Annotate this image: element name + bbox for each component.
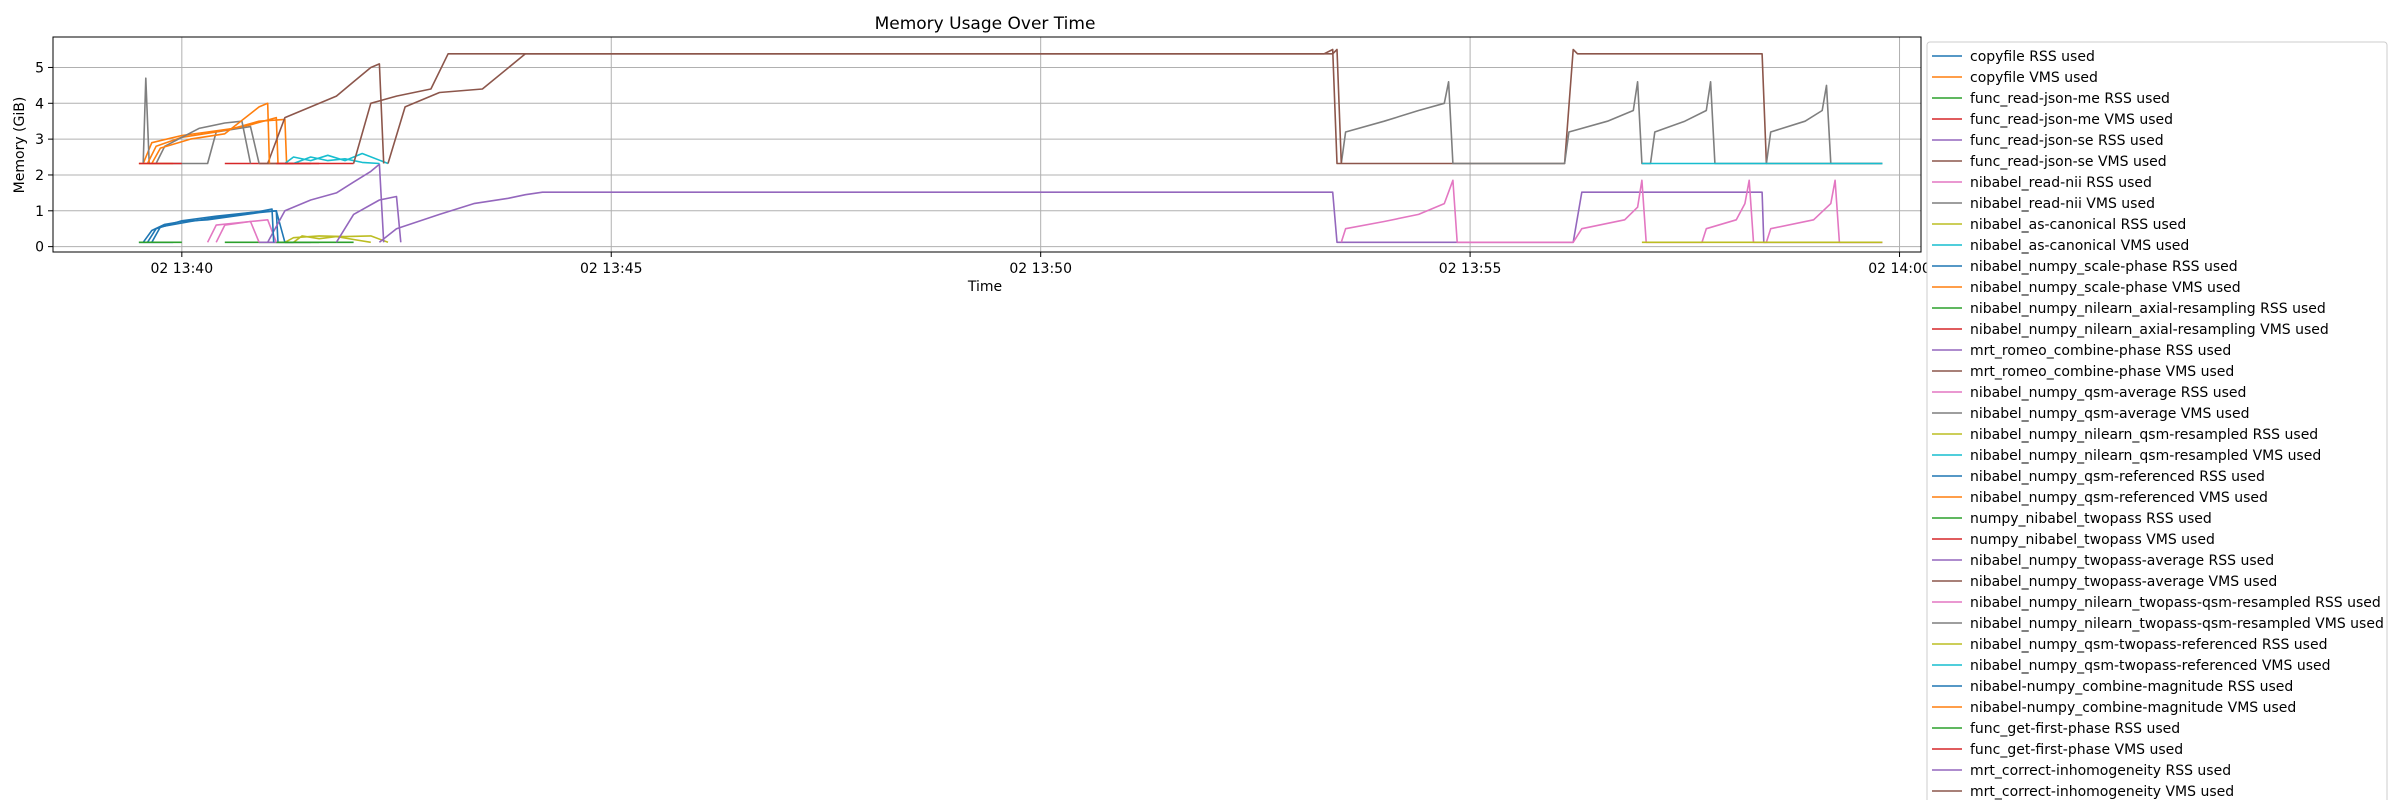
legend-label: nibabel_numpy_twopass-average VMS used [1970,574,2277,590]
legend-label: mrt_correct-inhomogeneity VMS used [1970,784,2234,800]
legend-label: nibabel_numpy_nilearn_twopass-qsm-resamp… [1970,616,2384,632]
series-line [266,163,385,243]
x-axis-label: Time [967,279,1002,295]
series-line [266,63,385,164]
legend-label: nibabel_numpy_qsm-twopass-referenced VMS… [1970,658,2331,674]
legend-label: nibabel_numpy_nilearn_axial-resampling V… [1970,322,2329,338]
series-line [352,48,1343,164]
legend-label: mrt_romeo_combine-phase VMS used [1970,364,2234,380]
memory-usage-chart: Memory Usage Over Time 02 13:40 02 13:45 0… [12,14,2388,800]
series-line [284,152,389,165]
legend-label: nibabel_numpy_scale-phase RSS used [1970,259,2238,275]
legend-label: nibabel_as-canonical VMS used [1970,238,2189,254]
y-tick-label: 3 [35,132,44,148]
series-line [142,118,288,164]
series-line [146,210,279,243]
legend-label: nibabel_numpy_scale-phase VMS used [1970,280,2241,296]
x-tick-label: 02 13:45 [580,261,643,277]
series-line [1340,179,1883,244]
legend-label: nibabel-numpy_combine-magnitude RSS used [1970,679,2293,695]
legend-label: nibabel_numpy_qsm-twopass-referenced RSS… [1970,637,2327,653]
legend: copyfile RSS used copyfile VMS used func_r… [1926,41,2388,800]
legend-label: numpy_nibabel_twopass VMS used [1970,532,2215,548]
legend-label: mrt_romeo_combine-phase RSS used [1970,343,2231,359]
series-line [387,48,1883,165]
legend-label: mrt_correct-inhomogeneity RSS used [1970,763,2231,779]
legend-label: copyfile RSS used [1970,49,2095,65]
legend-label: nibabel-numpy_combine-magnitude VMS used [1970,700,2296,716]
y-tick-label: 1 [35,204,44,220]
y-axis-label: Memory (GiB) [12,97,28,194]
x-axis: 02 13:40 02 13:45 02 13:50 02 13:55 02 14:00 [151,252,1931,277]
legend-label: func_read-json-me RSS used [1970,91,2170,107]
legend-label: nibabel_numpy_qsm-referenced VMS used [1970,490,2268,506]
series-line [378,191,1883,244]
legend-label: nibabel_numpy_nilearn_qsm-resampled RSS … [1970,427,2318,443]
legend-label: nibabel_numpy_twopass-average RSS used [1970,553,2274,569]
y-tick-label: 0 [35,240,44,256]
legend-label: func_get-first-phase VMS used [1970,742,2183,758]
legend-label: nibabel_numpy_qsm-referenced RSS used [1970,469,2265,485]
x-tick-label: 02 13:55 [1439,261,1502,277]
y-tick-label: 4 [35,96,44,112]
chart-title: Memory Usage Over Time [875,14,1096,34]
legend-label: copyfile VMS used [1970,70,2098,86]
x-tick-label: 02 13:40 [151,261,214,277]
series-line [146,116,279,164]
series-line [151,208,275,243]
legend-label: func_get-first-phase RSS used [1970,721,2180,737]
legend-label: nibabel_numpy_qsm-average RSS used [1970,385,2246,401]
legend-label: numpy_nibabel_twopass RSS used [1970,511,2212,527]
legend-label: func_read-json-me VMS used [1970,112,2173,128]
legend-label: nibabel_read-nii VMS used [1970,196,2155,212]
legend-label: nibabel_numpy_qsm-average VMS used [1970,406,2249,422]
legend-label: nibabel_numpy_nilearn_qsm-resampled VMS … [1970,448,2321,464]
legend-label: func_read-json-se RSS used [1970,133,2164,149]
y-tick-label: 2 [35,168,44,184]
legend-label: nibabel_numpy_nilearn_axial-resampling R… [1970,301,2326,317]
legend-label: func_read-json-se VMS used [1970,154,2167,170]
series-layer [138,48,1883,244]
series-line [1340,81,1883,165]
legend-label: nibabel_as-canonical RSS used [1970,217,2186,233]
legend-label: nibabel_numpy_nilearn_twopass-qsm-resamp… [1970,595,2381,611]
x-tick-label: 02 13:50 [1009,261,1072,277]
legend-label: nibabel_read-nii RSS used [1970,175,2152,191]
y-tick-label: 5 [35,60,44,76]
x-tick-label: 02 14:00 [1868,261,1931,277]
series-line [215,219,278,243]
y-axis: 0 1 2 3 4 5 [35,60,53,256]
